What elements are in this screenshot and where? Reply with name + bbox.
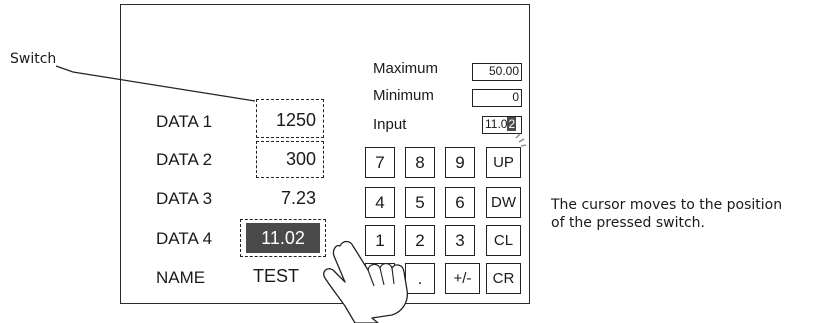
callout-leader-line [55, 65, 256, 102]
annotation-overlay [55, 65, 527, 323]
cursor-blink-marks [515, 133, 527, 147]
cursor-note-line-1: The cursor moves to the position [551, 197, 783, 213]
pointing-hand-icon [323, 240, 408, 323]
cursor-note: The cursor moves to the position of the … [551, 196, 782, 232]
cursor-note-line-2: of the pressed switch. [551, 215, 705, 231]
